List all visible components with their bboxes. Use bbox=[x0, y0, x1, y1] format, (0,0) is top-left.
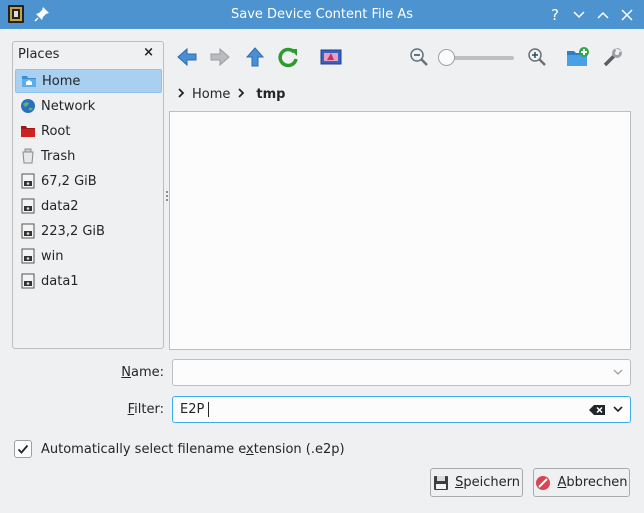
name-label: Name: bbox=[121, 365, 164, 380]
place-item-data1[interactable]: data1 bbox=[15, 269, 162, 293]
places-panel: Places × Home Network Root Trash 67,2 Gi… bbox=[12, 41, 164, 349]
breadcrumb-chevron-icon[interactable] bbox=[174, 87, 188, 102]
place-label: 67,2 GiB bbox=[41, 173, 97, 189]
places-close-button[interactable]: × bbox=[143, 45, 154, 60]
chevron-down-icon bbox=[573, 11, 585, 19]
reload-button[interactable] bbox=[275, 44, 301, 70]
place-label: data1 bbox=[41, 273, 79, 289]
drive-icon bbox=[20, 273, 36, 289]
place-label: win bbox=[41, 248, 64, 264]
trash-icon bbox=[20, 148, 36, 164]
home-folder-icon bbox=[21, 73, 37, 89]
save-button-label: Speichern bbox=[455, 475, 520, 490]
chevron-down-icon[interactable] bbox=[612, 366, 624, 378]
name-field[interactable] bbox=[172, 359, 631, 386]
up-arrow-icon bbox=[245, 47, 265, 67]
place-label: Trash bbox=[41, 148, 76, 164]
places-header: Places bbox=[18, 47, 60, 62]
cancel-button[interactable]: Abbrechen bbox=[533, 468, 630, 497]
place-item-network[interactable]: Network bbox=[15, 94, 162, 118]
drive-icon bbox=[20, 173, 36, 189]
preview-icon bbox=[320, 49, 342, 65]
clear-text-icon[interactable] bbox=[589, 404, 606, 416]
drive-icon bbox=[20, 198, 36, 214]
close-button[interactable] bbox=[616, 4, 638, 26]
auto-extension-label: Automatically select filename extension … bbox=[41, 441, 345, 457]
filter-label: Filter: bbox=[127, 402, 164, 417]
chevron-up-icon bbox=[597, 11, 609, 19]
place-item-home[interactable]: Home bbox=[15, 69, 162, 93]
place-label: Root bbox=[41, 123, 71, 139]
place-label: data2 bbox=[41, 198, 79, 214]
breadcrumb: Home tmp bbox=[170, 86, 285, 102]
title-bar: Save Device Content File As ? bbox=[0, 0, 644, 29]
cancel-icon bbox=[535, 475, 551, 491]
back-arrow-icon bbox=[177, 47, 197, 67]
place-item-drive-223gib[interactable]: 223,2 GiB bbox=[15, 219, 162, 243]
panel-splitter-handle[interactable] bbox=[166, 191, 168, 205]
filter-input[interactable]: E2P bbox=[180, 402, 210, 417]
place-label: 223,2 GiB bbox=[41, 223, 105, 239]
place-item-trash[interactable]: Trash bbox=[15, 144, 162, 168]
help-button[interactable]: ? bbox=[544, 4, 566, 26]
preview-button[interactable] bbox=[318, 44, 344, 70]
minimize-button[interactable] bbox=[568, 4, 590, 26]
place-item-root[interactable]: Root bbox=[15, 119, 162, 143]
place-item-drive-67gib[interactable]: 67,2 GiB bbox=[15, 169, 162, 193]
drive-icon bbox=[20, 248, 36, 264]
zoom-slider-handle[interactable] bbox=[438, 49, 455, 66]
place-item-win[interactable]: win bbox=[15, 244, 162, 268]
file-list-view[interactable] bbox=[169, 111, 631, 350]
auto-extension-checkbox[interactable] bbox=[14, 440, 32, 458]
zoom-in-icon bbox=[528, 48, 546, 66]
breadcrumb-current[interactable]: tmp bbox=[256, 87, 285, 102]
back-button[interactable] bbox=[174, 44, 200, 70]
network-globe-icon bbox=[20, 98, 36, 114]
reload-icon bbox=[278, 47, 298, 68]
auto-extension-option[interactable]: Automatically select filename extension … bbox=[14, 440, 345, 458]
drive-icon bbox=[20, 223, 36, 239]
filter-combobox[interactable]: E2P bbox=[172, 396, 631, 423]
maximize-button[interactable] bbox=[592, 4, 614, 26]
up-button[interactable] bbox=[242, 44, 268, 70]
options-button[interactable] bbox=[600, 44, 626, 70]
save-button[interactable]: Speichern bbox=[430, 468, 523, 497]
root-folder-icon bbox=[20, 123, 36, 139]
zoom-out-button[interactable] bbox=[406, 44, 432, 70]
place-label: Network bbox=[41, 98, 96, 114]
forward-button[interactable] bbox=[207, 44, 233, 70]
place-item-data2[interactable]: data2 bbox=[15, 194, 162, 218]
forward-arrow-icon bbox=[210, 47, 230, 67]
close-icon: × bbox=[143, 45, 154, 60]
save-disk-icon bbox=[433, 475, 449, 491]
cancel-button-label: Abbrechen bbox=[557, 475, 628, 490]
place-label: Home bbox=[42, 73, 81, 89]
zoom-in-button[interactable] bbox=[524, 44, 550, 70]
new-folder-icon bbox=[567, 47, 589, 66]
zoom-out-icon bbox=[410, 48, 428, 66]
breadcrumb-chevron-icon[interactable] bbox=[234, 87, 248, 102]
help-icon: ? bbox=[551, 6, 559, 24]
chevron-down-icon[interactable] bbox=[612, 403, 624, 415]
close-icon bbox=[621, 9, 633, 21]
breadcrumb-item-home[interactable]: Home bbox=[192, 87, 230, 102]
checkmark-icon bbox=[17, 444, 29, 454]
new-folder-button[interactable] bbox=[565, 44, 591, 70]
settings-wrench-icon bbox=[603, 48, 622, 67]
